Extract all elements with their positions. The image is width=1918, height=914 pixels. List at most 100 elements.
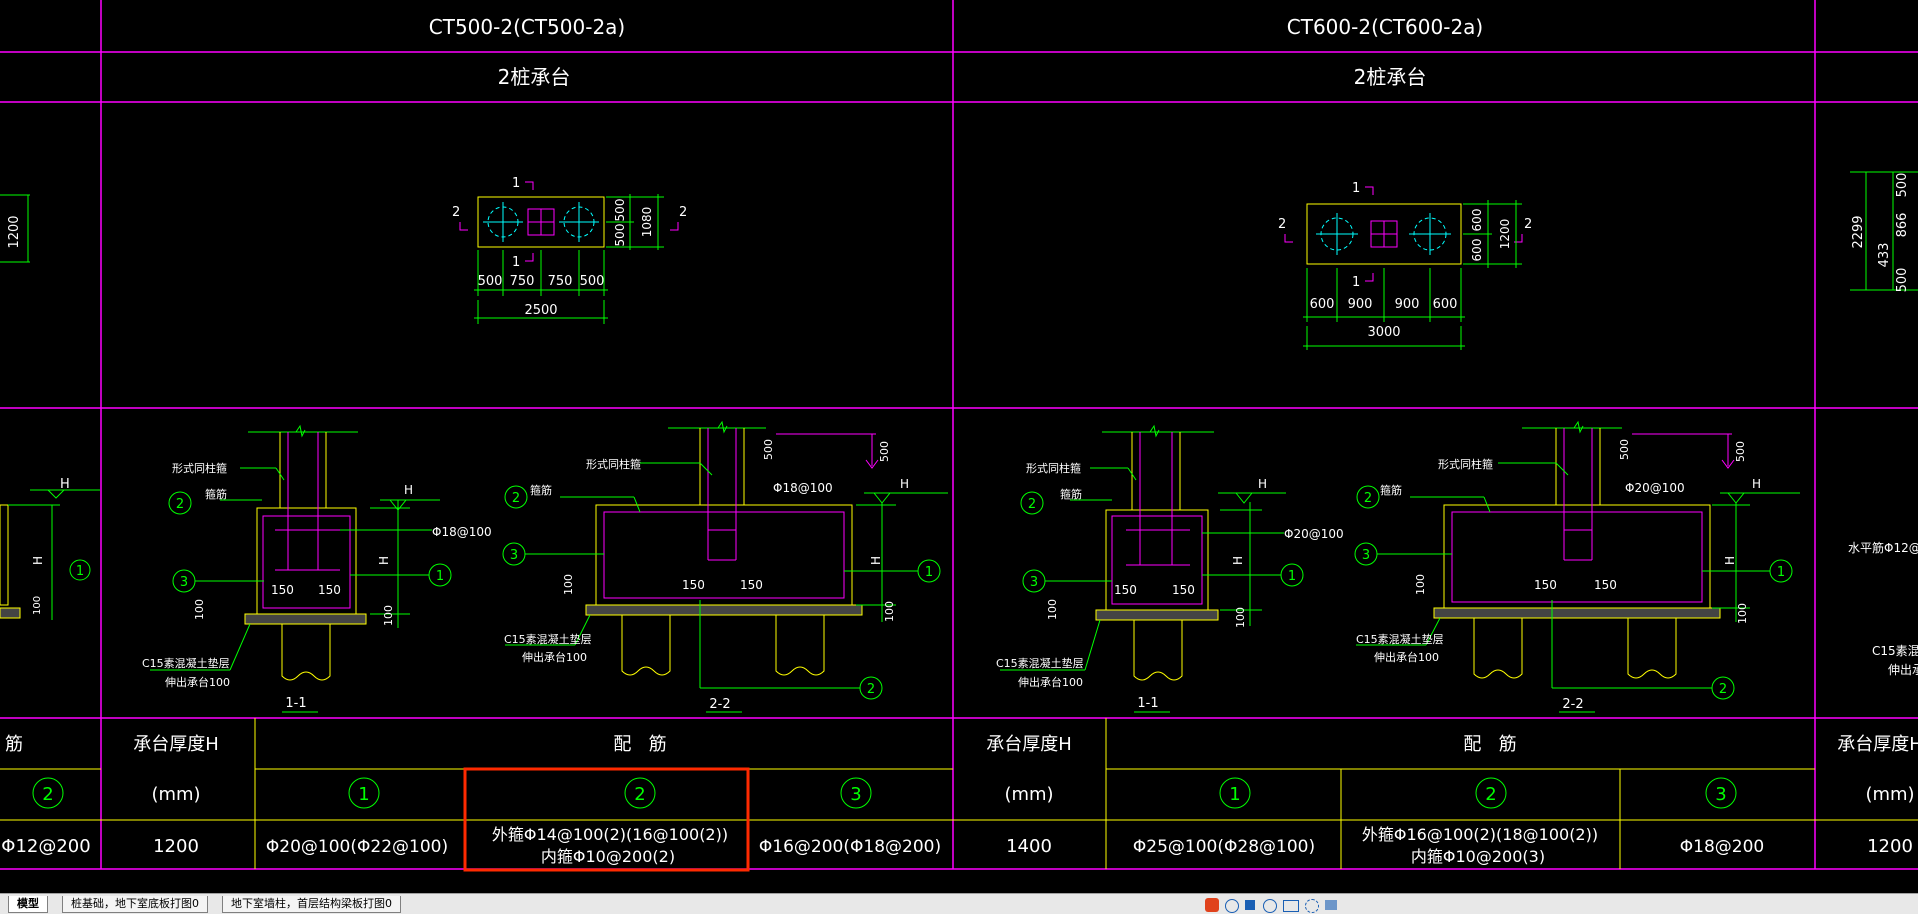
tbl-left-c1: 1 [358, 784, 369, 805]
plan-right-dim-0: 600 [1310, 297, 1335, 312]
plan-right-dim-r1: 600 [1470, 239, 1484, 262]
s22-left-c3: 3 [510, 548, 518, 563]
tbl-left-thickness-label: 承台厚度H [133, 734, 219, 755]
s11-left-name: 1-1 [285, 696, 306, 711]
s22-left-ext: 伸出承台100 [522, 650, 587, 664]
tbl-right-c1: 1 [1229, 784, 1240, 805]
section-1-1-ct500: H H Φ18@100 形式同柱箍 箍筋 2 3 1 150 150 100 1… [142, 424, 492, 713]
ime-settings-icon[interactable] [1305, 899, 1319, 913]
far-right-dim-e: 500 [1895, 173, 1910, 198]
far-left-dim2: 100 [32, 596, 43, 615]
ime-punct-icon[interactable] [1245, 900, 1255, 910]
ime-logo-icon[interactable] [1205, 898, 1219, 912]
tbl-right-thickness-label: 承台厚度H [986, 734, 1072, 755]
far-left-H: H [60, 477, 70, 492]
tab-model[interactable]: 模型 [8, 896, 48, 913]
s22-left-500a: 500 [762, 439, 775, 460]
subtitle-right: 2桩承台 [1354, 65, 1427, 89]
s22-right-100b: 100 [1736, 603, 1749, 624]
plan-left-dim-3: 500 [580, 274, 605, 289]
tbl-right-c3: 3 [1715, 784, 1726, 805]
ime-emoji-icon[interactable] [1263, 899, 1277, 913]
s22-left-rebar: Φ18@100 [773, 481, 833, 495]
s11-right-rebar: Φ20@100 [1284, 527, 1344, 541]
s11-left-stir-label: 箍筋 [205, 487, 227, 501]
s22-right-name: 2-2 [1562, 697, 1583, 712]
s11-right-c15: C15素混凝土垫层 [996, 656, 1084, 670]
rebar-table: 筋 2 Φ12@200 承台厚度H (mm) 1200 配 筋 1 2 3 Φ2… [1, 734, 1918, 866]
plan-left-total: 2500 [524, 303, 557, 318]
s22-left-name: 2-2 [709, 697, 730, 712]
s22-left-H-side: H [869, 556, 883, 565]
far-right-dim-a: 2299 [1851, 215, 1866, 248]
plan-left-dim-r0: 500 [613, 199, 627, 222]
subtitle-left: 2桩承台 [498, 65, 571, 89]
tbl-left-unit: (mm) [151, 784, 200, 805]
far-right-dim-b: 433 [1877, 243, 1892, 268]
plan-left-dim-2: 750 [548, 274, 573, 289]
plan-right-dim-1: 900 [1348, 297, 1373, 312]
ime-toolbar[interactable] [1205, 898, 1415, 913]
tbl-right-thickness: 1400 [1006, 836, 1052, 857]
layout-tab-bar: 模型 桩基础，地下室底板打图0 地下室墙柱，首层结构梁板打图0 [0, 893, 1918, 914]
plan-right-dim-3: 600 [1433, 297, 1458, 312]
plan-left-dim-0: 500 [478, 274, 503, 289]
ime-skin-icon[interactable] [1325, 900, 1337, 910]
s22-left-c15: C15素混凝土垫层 [504, 632, 592, 646]
s22-right-H-side: H [1723, 556, 1737, 565]
s11-left-H-top: H [404, 483, 413, 497]
tab-basement-walls[interactable]: 地下室墙柱，首层结构梁板打图0 [222, 896, 401, 913]
title-ct500: CT500-2(CT500-2a) [429, 15, 625, 39]
far-right-note2: C15素混凝 [1872, 643, 1918, 658]
ime-keyboard-icon[interactable] [1283, 900, 1299, 912]
tbl-left-c2: 2 [634, 784, 645, 805]
s11-right-stir-label: 箍筋 [1060, 487, 1082, 501]
s11-right-ext: 伸出承台100 [1018, 675, 1083, 689]
s22-right-150b: 150 [1594, 578, 1617, 592]
tbl-far-left-value: Φ12@200 [1, 836, 90, 857]
s22-right-ext: 伸出承台100 [1374, 650, 1439, 664]
section-1-1-ct600: H H Φ20@100 形式同柱箍 箍筋 2 3 1 150 150 100 1… [996, 424, 1344, 713]
plan-right-sec2-right: 2 [1524, 217, 1532, 232]
s11-right-c1: 1 [1288, 569, 1296, 584]
s22-left-500b: 500 [878, 441, 891, 462]
far-right-partial: 2299 433 500 866 500 水平筋Φ12@ C15素混凝 伸出承 [1848, 171, 1918, 677]
far-left-H2: H [31, 556, 45, 565]
s11-left-c15: C15素混凝土垫层 [142, 656, 230, 670]
plan-right-dim-2: 900 [1395, 297, 1420, 312]
s22-right-c2b: 2 [1719, 682, 1727, 697]
cad-drawing-canvas[interactable]: CT500-2(CT500-2a) CT600-2(CT600-2a) 2桩承台… [0, 0, 1918, 913]
s11-right-150b: 150 [1172, 583, 1195, 597]
plan-right-sec1-top: 1 [1352, 181, 1360, 196]
tab-pile-foundation[interactable]: 桩基础，地下室底板打图0 [62, 896, 208, 913]
s11-right-name: 1-1 [1137, 696, 1158, 711]
tbl-left-c3: 3 [850, 784, 861, 805]
plan-right-sec1-bot: 1 [1352, 275, 1360, 290]
section-2-2-ct500: 500 500 H H Φ18@100 形式同柱箍 箍筋 2 3 1 2 150… [502, 420, 948, 713]
s22-left-c2: 2 [512, 491, 520, 506]
s11-left-c1: 1 [436, 569, 444, 584]
ime-mode-icon[interactable] [1225, 899, 1239, 913]
far-right-note1: 水平筋Φ12@ [1848, 540, 1918, 555]
far-right-dim-d: 866 [1895, 213, 1910, 238]
plan-right-dim-r0: 600 [1470, 209, 1484, 232]
s11-right-100a: 100 [1046, 599, 1059, 620]
s11-left-c2: 2 [176, 497, 184, 512]
s22-right-500b: 500 [1734, 441, 1747, 462]
tbl-left-thickness: 1200 [153, 836, 199, 857]
plan-left-sec1-bot: 1 [512, 255, 520, 270]
tbl-left-v2-line1: 外箍Φ14@100(2)(16@100(2)) [492, 825, 728, 844]
far-left-dim: 1200 [7, 215, 22, 248]
s22-right-c2: 2 [1364, 491, 1372, 506]
tbl-right-v2-line2: 内箍Φ10@200(3) [1411, 847, 1545, 866]
s22-left-col-label: 形式同柱箍 [586, 457, 641, 471]
tbl-left-v1: Φ20@100(Φ22@100) [266, 837, 448, 857]
plan-right-sec2-left: 2 [1278, 217, 1286, 232]
s22-right-c3: 3 [1362, 548, 1370, 563]
s11-left-col-label: 形式同柱箍 [172, 461, 227, 475]
s22-left-H-top: H [900, 477, 909, 491]
plan-view-ct600: 1 1 2 2 600 900 900 600 3000 600 600 120… [1278, 181, 1532, 350]
s22-left-c2b: 2 [867, 682, 875, 697]
plan-left-sec2-left: 2 [452, 205, 460, 220]
s11-left-150a: 150 [271, 583, 294, 597]
